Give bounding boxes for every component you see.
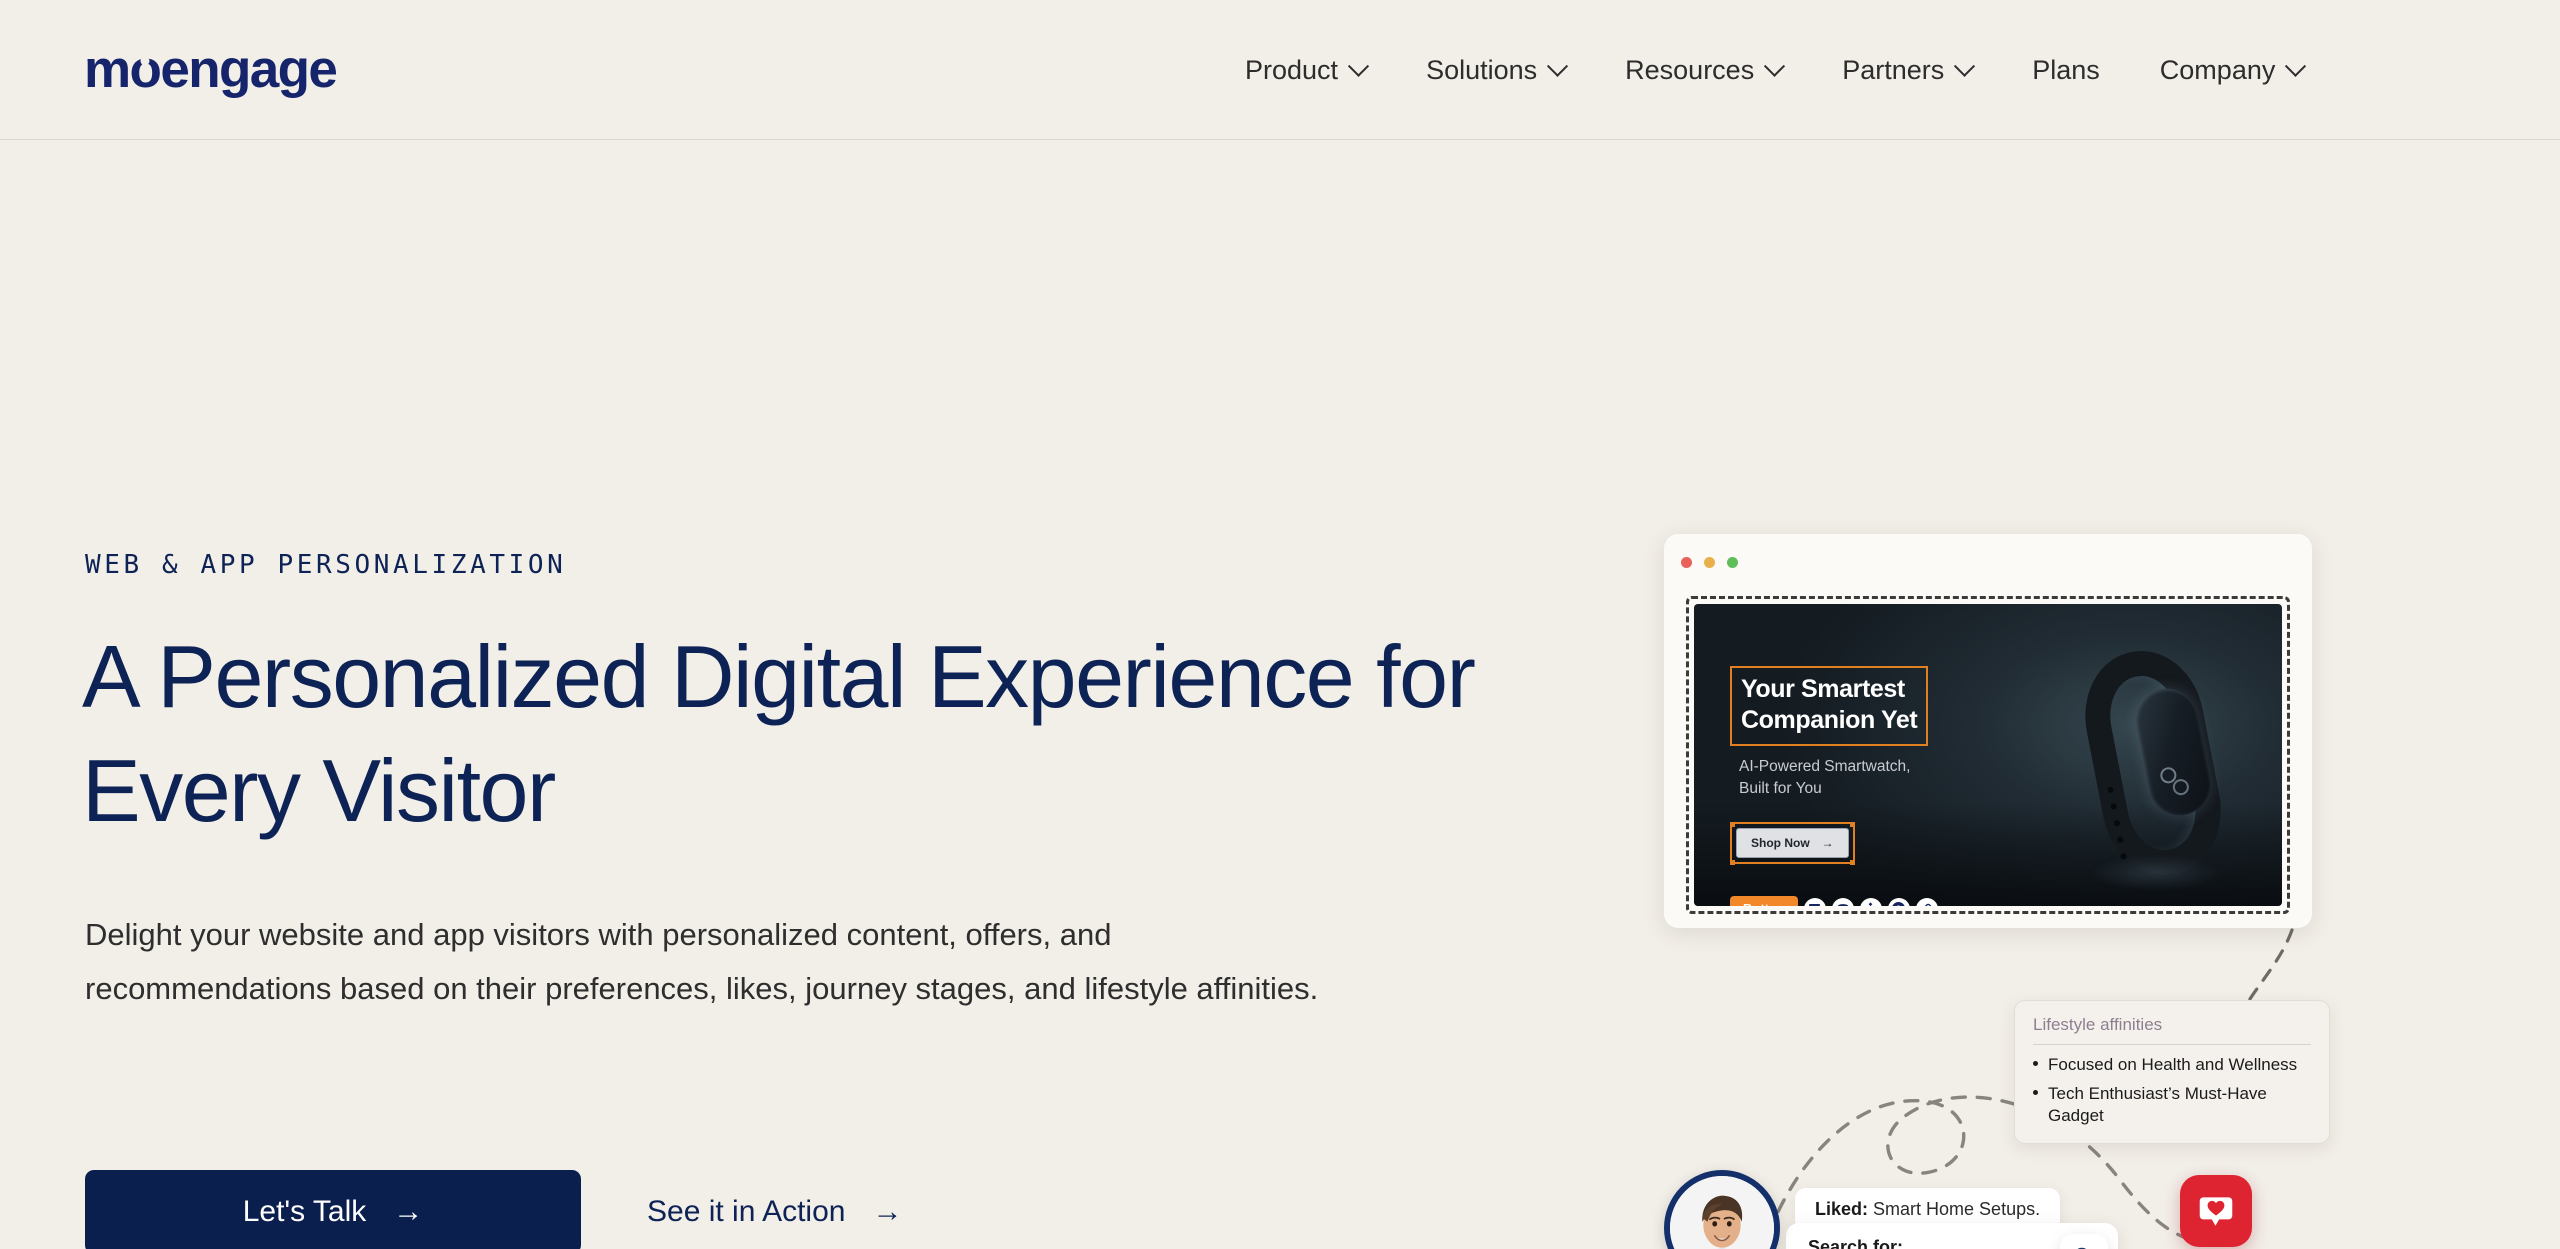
page-title: A Personalized Digital Experience for Ev… [82, 627, 1476, 841]
nav-item-plans[interactable]: Plans [2002, 55, 2130, 86]
shop-now-label: Shop Now [1751, 836, 1810, 850]
see-it-in-action-link[interactable]: See it in Action → [647, 1195, 902, 1229]
nav-label-company: Company [2159, 54, 2276, 85]
search-icon-badge [2060, 1234, 2108, 1249]
maximize-dot-icon [1727, 557, 1738, 568]
chevron-down-icon [1954, 55, 1976, 77]
hero-cta-row: Let's Talk → See it in Action → [85, 1170, 902, 1249]
arrow-right-icon: → [872, 1195, 903, 1228]
nav-label-resources: Resources [1625, 54, 1755, 85]
campaign-banner: Your Smartest Companion Yet AI-Powered S… [1694, 604, 2282, 906]
heart-speech-bubble-icon [2199, 1197, 2233, 1226]
editor-toolbar: Button [1730, 896, 1938, 906]
link-icon[interactable] [1915, 897, 1938, 906]
window-traffic-lights [1681, 557, 1738, 568]
chevron-down-icon [1347, 55, 1370, 77]
search-icon [2077, 1247, 2086, 1249]
logo-text-rest: engage [160, 40, 338, 99]
main-navigation: Product Solutions Resources Partners Pla… [1215, 0, 2333, 140]
list-item: Tech Enthusiast’s Must-Have Gadget [2033, 1083, 2311, 1127]
lets-talk-label: Let's Talk [242, 1195, 367, 1228]
nav-label-solutions: Solutions [1426, 54, 1538, 85]
nav-label-plans: Plans [2032, 54, 2100, 85]
layers-icon[interactable] [1831, 897, 1854, 906]
hero-section: WEB & APP PERSONALIZATION A Personalized… [0, 140, 2560, 1249]
arrow-right-icon: → [393, 1195, 424, 1228]
banner-subtitle: AI-Powered Smartwatch, Built for You [1739, 758, 1911, 797]
nav-item-product[interactable]: Product [1215, 55, 1396, 86]
affinity-text: Focused on Health and Wellness [2048, 1055, 2298, 1074]
like-reaction-badge [2180, 1175, 2252, 1247]
chevron-down-icon [1764, 55, 1786, 77]
bullet-icon [2033, 1061, 2038, 1066]
search-label: Search for: [1808, 1237, 1904, 1249]
affinity-text: Tech Enthusiast’s Must-Have Gadget [2048, 1084, 2267, 1126]
visitor-avatar [1664, 1170, 1780, 1249]
browser-mockup: Your Smartest Companion Yet AI-Powered S… [1664, 534, 2312, 928]
resize-handle-icon[interactable] [1850, 859, 1856, 865]
nav-item-company[interactable]: Company [2130, 55, 2334, 86]
shop-now-button[interactable]: Shop Now → [1736, 828, 1849, 858]
layout-icon[interactable] [1803, 897, 1826, 906]
hero-description: Delight your website and app visitors wi… [85, 917, 1319, 1006]
arrow-right-icon: → [1821, 836, 1834, 850]
close-dot-icon [1681, 557, 1692, 568]
nav-label-product: Product [1245, 54, 1339, 85]
affinities-list: Focused on Health and Wellness Tech Enth… [2033, 1054, 2311, 1127]
minimize-dot-icon [1704, 557, 1715, 568]
avatar-portrait-icon [1670, 1176, 1774, 1249]
chevron-down-icon [2285, 55, 2307, 77]
bullet-icon [2033, 1090, 2038, 1096]
chevron-down-icon [1547, 55, 1569, 77]
see-it-in-action-label: See it in Action [647, 1195, 846, 1228]
hero-eyebrow: WEB & APP PERSONALIZATION [85, 550, 567, 580]
selection-frame: Your Smartest Companion Yet AI-Powered S… [1686, 596, 2290, 914]
svg-text:?: ? [1896, 904, 1901, 906]
liked-label: Liked: [1815, 1199, 1869, 1219]
nav-label-partners: Partners [1842, 54, 1945, 85]
help-icon[interactable]: ? [1887, 897, 1910, 906]
site-header: m o engage Product Solutions Resources Par… [0, 0, 2560, 140]
resize-handle-icon[interactable] [1729, 821, 1735, 827]
logo-text: m [84, 40, 131, 99]
moengage-logo[interactable]: m o engage [84, 40, 338, 99]
resize-handle-icon[interactable] [1729, 859, 1735, 865]
affinities-card-title: Lifestyle affinities [2033, 1015, 2311, 1045]
nav-item-resources[interactable]: Resources [1595, 55, 1812, 86]
liked-value: Smart Home Setups. [1873, 1199, 2041, 1219]
banner-headline-text: Your Smartest Companion Yet [1741, 675, 1918, 734]
button-element-chip[interactable]: Button [1730, 896, 1798, 906]
list-item: Focused on Health and Wellness [2033, 1054, 2311, 1076]
resize-handle-icon[interactable] [1850, 821, 1856, 827]
nav-item-solutions[interactable]: Solutions [1396, 55, 1595, 86]
smartwatch-product-image [2073, 636, 2233, 890]
shop-now-selection[interactable]: Shop Now → [1729, 821, 1856, 865]
logo-o-glyph: o [129, 40, 162, 99]
lifestyle-affinities-card: Lifestyle affinities Focused on Health a… [2014, 1000, 2330, 1145]
banner-headline-editable[interactable]: Your Smartest Companion Yet [1730, 666, 1929, 746]
nav-item-partners[interactable]: Partners [1812, 55, 2002, 86]
lets-talk-button[interactable]: Let's Talk → [85, 1170, 581, 1249]
grid-diamond-icon[interactable] [1859, 897, 1882, 906]
